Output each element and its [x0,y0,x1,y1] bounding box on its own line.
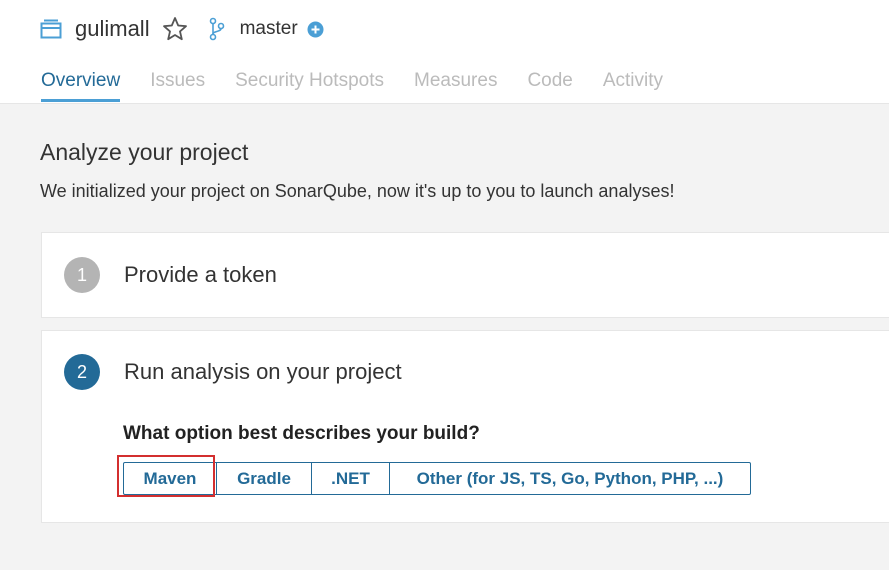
tab-activity[interactable]: Activity [603,70,663,102]
branch-name[interactable]: master [240,18,298,40]
build-option-dotnet[interactable]: .NET [312,462,390,495]
project-header: gulimall master Overview Issues Security… [0,0,889,104]
build-question: What option best describes your build? [123,423,480,444]
tab-code[interactable]: Code [527,70,572,102]
step-card-analysis: 2 Run analysis on your project What opti… [41,330,889,523]
plus-circle-icon[interactable] [307,21,324,38]
step-title: Provide a token [124,262,277,287]
page-subtitle: We initialized your project on SonarQube… [40,181,675,201]
build-option-maven[interactable]: Maven [123,462,217,495]
project-name[interactable]: gulimall [75,16,150,42]
tab-issues[interactable]: Issues [150,70,205,102]
branch-icon [209,17,224,41]
build-option-gradle[interactable]: Gradle [217,462,312,495]
step-card-token[interactable]: 1 Provide a token [41,232,889,318]
build-option-group: Maven Gradle .NET Other (for JS, TS, Go,… [123,462,751,495]
step-title: Run analysis on your project [124,359,402,384]
step-number-badge: 1 [64,257,100,293]
step-number-badge: 2 [64,354,100,390]
tab-security-hotspots[interactable]: Security Hotspots [235,70,384,102]
project-icon [40,19,62,39]
build-option-other[interactable]: Other (for JS, TS, Go, Python, PHP, ...) [390,462,751,495]
nav-tabs: Overview Issues Security Hotspots Measur… [41,70,693,102]
star-icon[interactable] [162,16,188,42]
page-title: Analyze your project [40,139,249,165]
project-row: gulimall master [40,14,324,44]
tab-overview[interactable]: Overview [41,70,121,102]
tab-measures[interactable]: Measures [414,70,497,102]
